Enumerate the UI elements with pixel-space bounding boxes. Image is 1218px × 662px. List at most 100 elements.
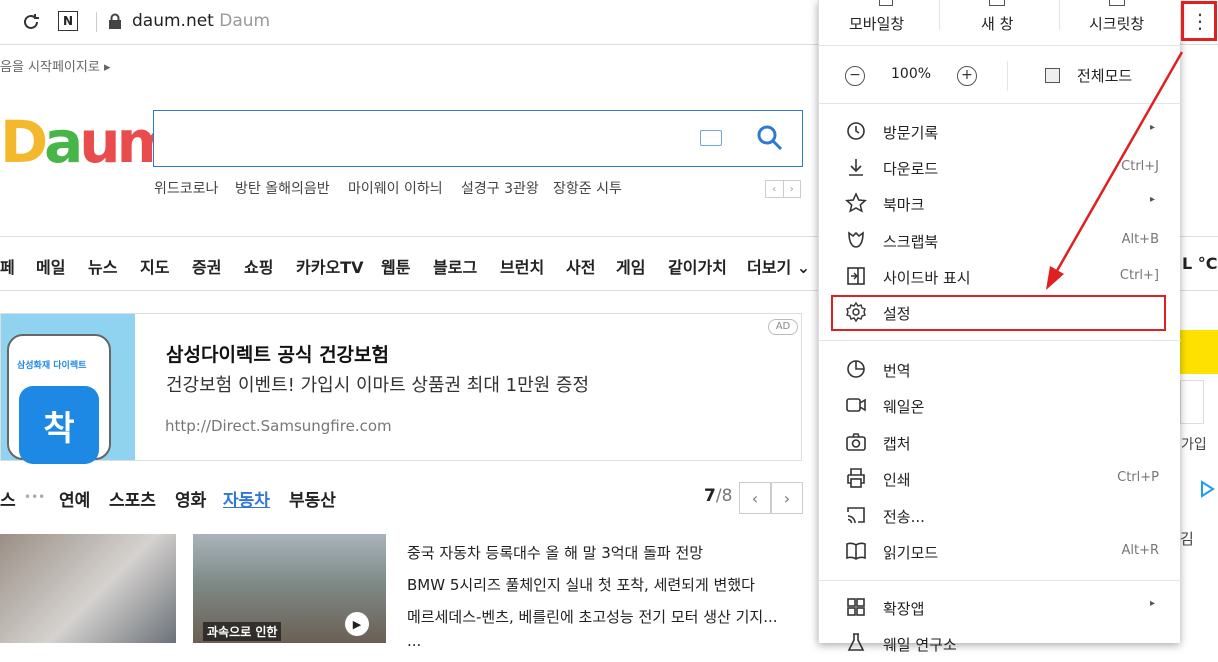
nav-item[interactable]: 페: [0, 254, 15, 278]
keyword-link[interactable]: 마이웨이 이하늬: [348, 178, 443, 198]
tab-realestate[interactable]: 부동산: [289, 486, 336, 511]
keyword-link[interactable]: 설경구 3관왕: [461, 178, 539, 198]
nav-item-brunch[interactable]: 브런치: [500, 254, 544, 278]
ad-subtitle[interactable]: 건강보험 이벤트! 가입시 이마트 상품권 최대 1만원 증정: [166, 371, 589, 397]
address-site-name: Daum: [219, 11, 271, 31]
nav-item-more[interactable]: 더보기 ⌄: [747, 254, 810, 278]
menu-divider: [819, 340, 1181, 341]
new-window-button[interactable]: 새 창: [981, 13, 1013, 34]
menu-item-label: 웨일온: [883, 398, 925, 416]
logo-letter: u: [79, 108, 120, 176]
menu-item-label: 읽기모드: [883, 544, 939, 562]
reload-icon[interactable]: [19, 10, 43, 34]
counter-total: /8: [715, 486, 733, 506]
ad-url[interactable]: http://Direct.Samsungfire.com: [165, 417, 392, 435]
zoom-out-button[interactable]: −: [845, 66, 865, 86]
side-text[interactable]: 김: [1180, 528, 1194, 549]
secret-window-icon: [1109, 0, 1125, 6]
naver-n-icon[interactable]: N: [58, 11, 78, 31]
highlight-box-settings: [831, 295, 1166, 331]
nav-item-webtoon[interactable]: 웹툰: [381, 254, 410, 278]
menu-item-label: 스크랩북: [883, 233, 939, 251]
translate-icon: [845, 358, 867, 380]
news-link[interactable]: BMW 5시리즈 풀체인지 실내 첫 포착, 세련되게 변했다: [407, 574, 755, 595]
mobile-window-icon: [879, 0, 893, 6]
keyword-next-button[interactable]: ›: [782, 181, 801, 197]
search-icon[interactable]: [756, 124, 784, 152]
zoom-in-button[interactable]: +: [957, 66, 977, 86]
menu-item-label: 전송...: [883, 508, 925, 526]
keyword-link[interactable]: 위드코로나: [154, 178, 218, 198]
keyword-link[interactable]: 방탄 올해의음반: [235, 178, 330, 198]
nav-item-kakaotv[interactable]: 카카오TV: [296, 254, 363, 278]
page-counter: 7/8: [704, 486, 732, 506]
menu-item-label: 방문기록: [883, 124, 939, 142]
menu-item-capture[interactable]: 캡처: [819, 425, 1181, 461]
menu-divider: [1007, 61, 1008, 91]
tab-sports[interactable]: 스포츠: [109, 486, 156, 511]
more-dots[interactable]: •••: [24, 490, 45, 504]
prev-button[interactable]: ‹: [739, 482, 771, 514]
menu-item-reading-mode[interactable]: 읽기모드 Alt+R: [819, 534, 1181, 570]
nav-item-news[interactable]: 뉴스: [88, 254, 117, 278]
keyboard-icon[interactable]: [700, 130, 722, 146]
address-domain: daum.net: [132, 11, 214, 31]
book-icon: [845, 540, 867, 562]
nav-item-stock[interactable]: 증권: [192, 254, 221, 278]
set-start-page-link[interactable]: 음을 시작페이지로 ▸: [0, 56, 110, 75]
tab-car-active[interactable]: 자동차: [223, 486, 270, 511]
ad-badge-brand: 삼성화재 다이렉트: [17, 361, 87, 371]
nav-item-game[interactable]: 게임: [616, 254, 645, 278]
menu-item-cast[interactable]: 전송...: [819, 498, 1181, 534]
menu-divider: [819, 580, 1181, 581]
keyword-prev-button[interactable]: ‹: [766, 181, 783, 197]
news-link[interactable]: 중국 자동차 등록대수 올 해 말 3억대 돌파 전망: [407, 542, 703, 563]
logo-letter: D: [0, 108, 48, 176]
news-thumbnail[interactable]: [0, 534, 176, 643]
nav-item-mail[interactable]: 메일: [36, 254, 65, 278]
tab-movie[interactable]: 영화: [175, 486, 206, 511]
menu-divider: [1059, 0, 1060, 30]
lock-icon[interactable]: [108, 13, 122, 29]
star-icon: [844, 192, 868, 214]
mobile-window-button[interactable]: 모바일창: [849, 13, 904, 34]
menu-item-print[interactable]: 인쇄 Ctrl+P: [819, 461, 1181, 497]
daum-logo[interactable]: Daum: [0, 108, 177, 176]
keyword-link[interactable]: 장항준 시투: [553, 178, 622, 198]
nav-item-together[interactable]: 같이가치: [668, 254, 727, 278]
play-icon[interactable]: ▶: [345, 612, 369, 636]
tab-entertainment[interactable]: 연예: [59, 486, 90, 511]
side-banner[interactable]: [1180, 330, 1218, 374]
menu-item-label: 캡처: [883, 435, 911, 453]
menu-item-label: 다운로드: [883, 160, 939, 178]
menu-item-label: 북마크: [883, 196, 925, 214]
menu-item-label: 웨일 연구소: [883, 636, 957, 654]
logo-letter: a: [44, 108, 83, 176]
news-link[interactable]: ...: [407, 632, 421, 650]
menu-item-label: 사이드바 표시: [883, 269, 971, 287]
menu-item-whale-lab[interactable]: 웨일 연구소: [819, 626, 1181, 662]
menu-item-translate[interactable]: 번역: [819, 352, 1181, 388]
menu-item-whaleon[interactable]: 웨일온: [819, 388, 1181, 424]
ad-title[interactable]: 삼성다이렉트 공식 건강보험: [166, 340, 389, 367]
keyword-paging: ‹ ›: [765, 180, 801, 198]
nav-item-dictionary[interactable]: 사전: [566, 254, 595, 278]
nav-item-map[interactable]: 지도: [140, 254, 169, 278]
ad-banner[interactable]: 삼성화재 다이렉트 착 삼성다이렉트 공식 건강보험 건강보험 이벤트! 가입시…: [0, 313, 802, 464]
ad-choices-icon[interactable]: [1198, 480, 1216, 498]
ad-tag: AD: [768, 319, 798, 335]
camera-icon: [845, 431, 867, 453]
nav-item-shopping[interactable]: 쇼핑: [244, 254, 273, 278]
toolbar-divider: [96, 12, 97, 32]
secret-window-button[interactable]: 시크릿창: [1089, 13, 1144, 34]
nav-item-blog[interactable]: 블로그: [433, 254, 477, 278]
video-thumbnail[interactable]: 과속으로 인한 ▶: [193, 534, 386, 643]
ad-phone-graphic: 삼성화재 다이렉트 착: [7, 334, 111, 464]
next-button[interactable]: ›: [771, 482, 803, 514]
menu-item-extensions[interactable]: 확장앱 ▸: [819, 590, 1181, 626]
news-tab[interactable]: 스: [0, 486, 16, 511]
signup-link[interactable]: 가입: [1181, 434, 1207, 454]
address-bar[interactable]: daum.net Daum: [132, 11, 270, 31]
menu-item-shortcut: Ctrl+P: [1117, 470, 1159, 485]
news-link[interactable]: 메르세데스-벤츠, 베를린에 초고성능 전기 모터 생산 기지...: [407, 606, 778, 627]
